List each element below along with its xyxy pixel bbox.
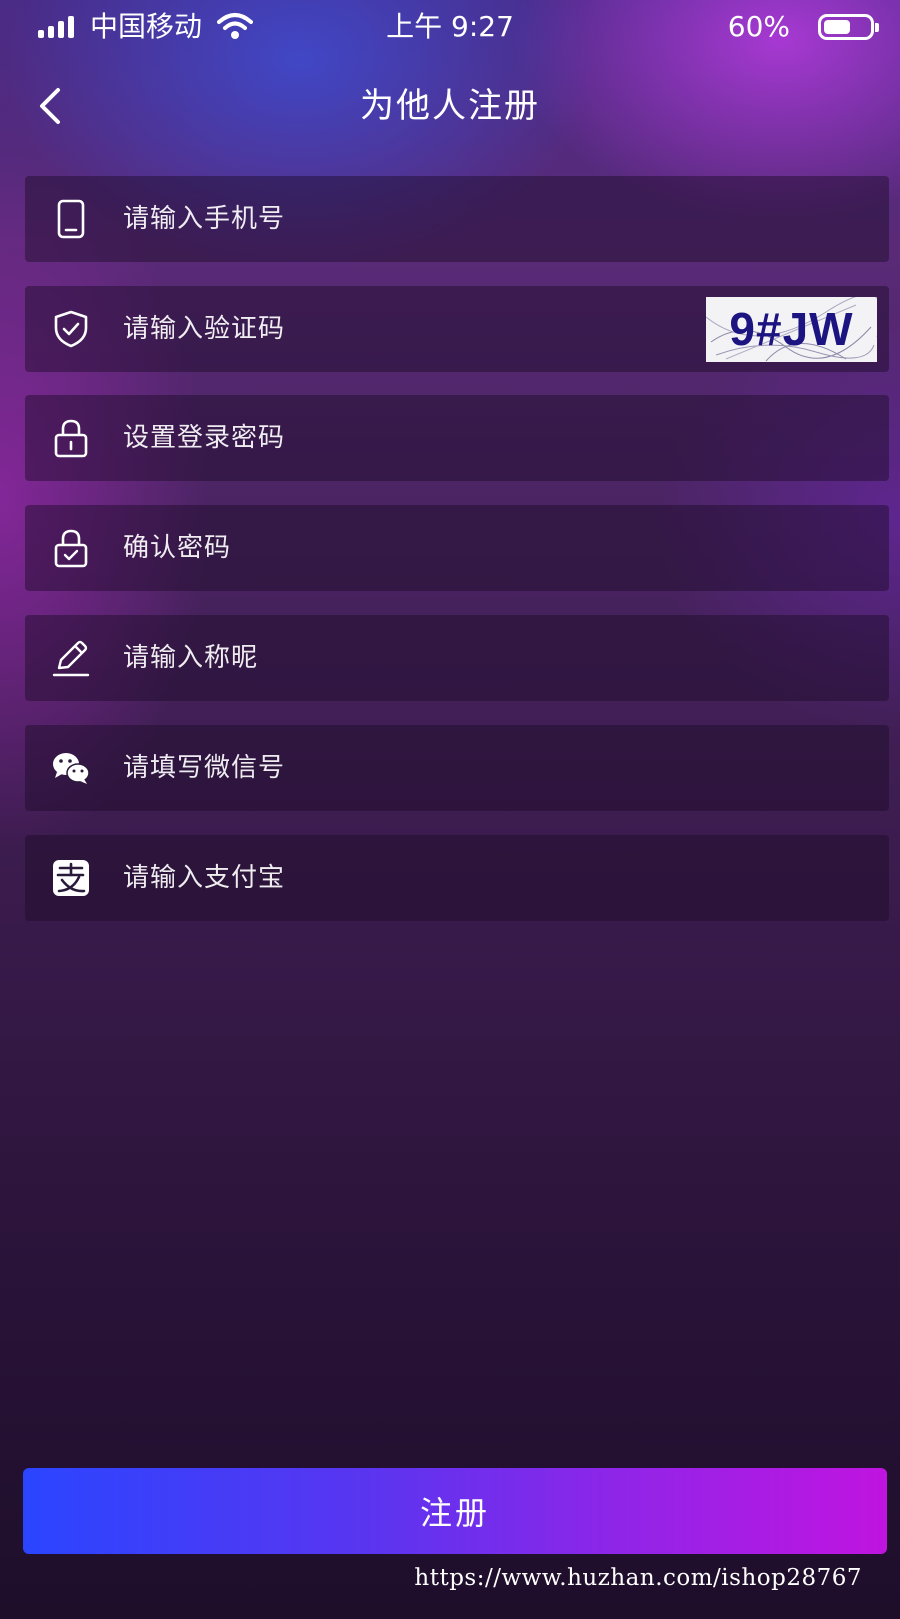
phone-input[interactable] [123,194,683,244]
lock-icon [54,419,88,458]
wechat-icon [53,753,90,784]
confirm-password-input[interactable] [123,523,683,573]
password-input[interactable] [123,413,683,463]
password-row [25,395,889,481]
lock-check-icon [54,529,88,568]
battery-percent: 60% [727,10,790,43]
captcha-row: 9#JW [25,286,889,372]
captcha-input[interactable] [123,304,563,354]
captcha-image[interactable]: 9#JW [706,297,877,362]
alipay-row [25,835,889,921]
watermark-url: https://www.huzhan.com/ishop28767 [414,1565,862,1591]
nickname-row [25,615,889,701]
alipay-input[interactable] [123,853,683,903]
nickname-input[interactable] [123,633,683,683]
confirm-password-row [25,505,889,591]
shield-check-icon [54,310,88,348]
alipay-icon [53,860,89,896]
captcha-text: 9#JW [729,303,854,355]
nav-bar: 为他人注册 [0,66,900,146]
page-title: 为他人注册 [360,86,540,126]
register-form: 9#JW [25,176,889,945]
phone-icon [57,199,85,239]
status-bar: 中国移动 上午 9:27 60% [0,0,900,54]
phone-row [25,176,889,262]
pencil-icon [52,640,90,677]
battery-fill [824,20,851,34]
wechat-row [25,725,889,811]
wechat-input[interactable] [123,743,683,793]
battery-icon [818,14,879,40]
register-button[interactable]: 注册 [23,1468,887,1554]
